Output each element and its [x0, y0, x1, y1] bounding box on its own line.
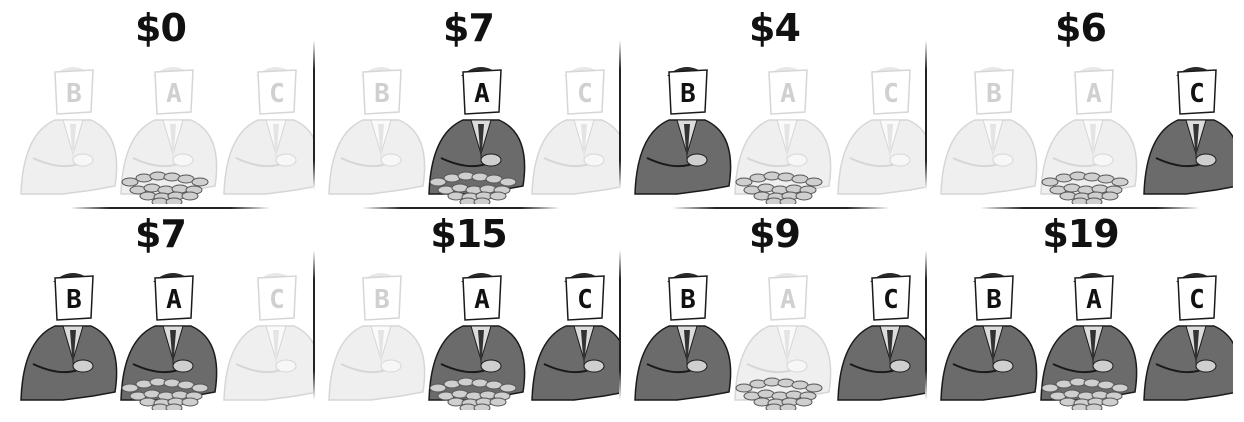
- coalition-panel: $7 B A C: [8, 208, 313, 413]
- coalition-panel: $15 B A C: [316, 208, 621, 413]
- vertical-divider: [925, 250, 927, 400]
- vertical-divider: [925, 40, 927, 190]
- player-b: B: [940, 67, 1038, 195]
- vertical-divider: [619, 250, 621, 400]
- table-scene: BAC: [634, 273, 927, 410]
- table-scene: BAC: [940, 273, 1233, 410]
- table-scene: BAC: [20, 273, 313, 410]
- face-label: A: [780, 285, 796, 315]
- payoff-amount: $6: [1055, 6, 1107, 50]
- payoff-amount: $4: [749, 6, 801, 50]
- face-label: B: [66, 285, 82, 315]
- player-b: B: [634, 67, 732, 195]
- player-b: B: [20, 67, 118, 195]
- face-label: C: [883, 285, 899, 315]
- player-b: B: [328, 67, 426, 195]
- player-c: C: [837, 67, 927, 195]
- face-label: A: [166, 285, 182, 315]
- horizontal-divider: [70, 207, 270, 209]
- coalition-panel: $9 B A C: [622, 208, 927, 413]
- coalition-panel: $6 B A C: [928, 2, 1233, 207]
- face-label: B: [66, 79, 82, 109]
- coalition-panel: $0 B A C: [8, 2, 313, 207]
- player-b: B: [20, 273, 118, 401]
- coalition-panel: $19 B A C: [928, 208, 1233, 413]
- vertical-divider: [313, 40, 315, 190]
- face-label: C: [577, 285, 593, 315]
- vertical-divider: [619, 40, 621, 190]
- face-label: B: [374, 285, 390, 315]
- player-b: B: [634, 273, 732, 401]
- face-label: C: [269, 79, 285, 109]
- player-c: C: [531, 273, 621, 401]
- payoff-amount: $7: [135, 212, 187, 256]
- coalition-panel: $7 B A C: [316, 2, 621, 207]
- face-label: C: [577, 79, 593, 109]
- face-label: A: [1086, 79, 1102, 109]
- player-c: C: [223, 67, 313, 195]
- face-label: B: [374, 79, 390, 109]
- player-c: C: [531, 67, 621, 195]
- player-c: C: [1143, 273, 1233, 401]
- face-label: B: [680, 285, 696, 315]
- player-c: C: [223, 273, 313, 401]
- payoff-amount: $15: [430, 212, 507, 256]
- face-label: A: [166, 79, 182, 109]
- face-label: A: [474, 79, 490, 109]
- face-label: C: [1189, 285, 1205, 315]
- horizontal-divider: [362, 207, 560, 209]
- face-label: B: [986, 79, 1002, 109]
- table-scene: BAC: [634, 67, 927, 204]
- player-c: C: [837, 273, 927, 401]
- face-label: A: [474, 285, 490, 315]
- coalition-grid: $0 B A C $7 B A C $4 B A C $6 B A C $7 B A C $15 B A C $9 B A C $19 B…: [0, 0, 1244, 422]
- face-label: C: [883, 79, 899, 109]
- table-scene: BAC: [20, 67, 313, 204]
- player-b: B: [940, 273, 1038, 401]
- face-label: B: [986, 285, 1002, 315]
- face-label: A: [1086, 285, 1102, 315]
- table-scene: BAC: [940, 67, 1233, 204]
- horizontal-divider: [980, 207, 1200, 209]
- table-scene: BAC: [328, 67, 621, 204]
- coalition-panel: $4 B A C: [622, 2, 927, 207]
- face-label: A: [780, 79, 796, 109]
- vertical-divider: [313, 250, 315, 400]
- payoff-amount: $9: [749, 212, 801, 256]
- face-label: C: [1189, 79, 1205, 109]
- payoff-amount: $7: [443, 6, 495, 50]
- horizontal-divider: [672, 207, 890, 209]
- face-label: B: [680, 79, 696, 109]
- face-label: C: [269, 285, 285, 315]
- table-scene: BAC: [328, 273, 621, 410]
- player-c: C: [1143, 67, 1233, 195]
- payoff-amount: $0: [135, 6, 187, 50]
- player-b: B: [328, 273, 426, 401]
- payoff-amount: $19: [1042, 212, 1119, 256]
